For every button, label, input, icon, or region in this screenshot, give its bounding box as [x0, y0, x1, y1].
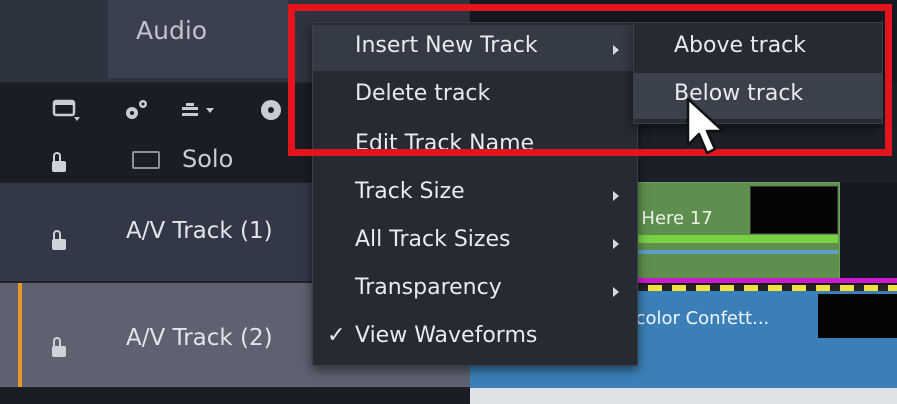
- submenu-arrow-icon: [613, 191, 619, 201]
- mouse-cursor-icon: [684, 97, 728, 157]
- submenu-item-below-track[interactable]: Below track: [634, 73, 882, 119]
- context-menu: Insert New Track Delete track Edit Track…: [312, 22, 638, 366]
- submenu-arrow-icon: [613, 239, 619, 249]
- film-icon: [132, 151, 160, 169]
- clip-thumbnail: [818, 294, 897, 338]
- submenu-item-above-track[interactable]: Above track: [634, 25, 882, 71]
- menu-item-track-size[interactable]: Track Size: [313, 171, 637, 217]
- lock-icon[interactable]: [52, 152, 66, 172]
- track-label-2: A/V Track (2): [126, 325, 273, 351]
- menu-item-transparency[interactable]: Transparency: [313, 267, 637, 313]
- menu-item-insert-new-track[interactable]: Insert New Track: [313, 25, 637, 71]
- clip-dashed-bar: [600, 285, 897, 291]
- audio-tab[interactable]: Audio: [108, 0, 288, 78]
- insert-track-submenu: Above track Below track: [633, 22, 883, 124]
- thumbnail-strip: [470, 388, 897, 404]
- checkmark-icon: ✓: [327, 323, 346, 348]
- lock-icon[interactable]: [52, 230, 66, 250]
- solo-label[interactable]: Solo: [182, 145, 233, 173]
- clip-thumbnail: [750, 186, 838, 234]
- track-height-icon[interactable]: [180, 97, 220, 130]
- menu-item-view-waveforms[interactable]: ✓ View Waveforms: [313, 315, 637, 361]
- menu-item-all-track-sizes[interactable]: All Track Sizes: [313, 219, 637, 265]
- menu-item-delete-track[interactable]: Delete track: [313, 73, 637, 119]
- gear-icon[interactable]: [122, 97, 152, 130]
- disc-icon[interactable]: [258, 97, 284, 130]
- submenu-arrow-icon: [613, 45, 619, 55]
- display-icon[interactable]: [52, 97, 80, 130]
- track-list-bottom: [0, 388, 470, 404]
- menu-item-edit-track-name[interactable]: Edit Track Name: [313, 121, 637, 157]
- selected-track-accent: [18, 283, 22, 387]
- submenu-arrow-icon: [613, 287, 619, 297]
- lock-icon[interactable]: [52, 337, 66, 357]
- track-label-1: A/V Track (1): [126, 218, 273, 244]
- audio-tab-label: Audio: [136, 16, 208, 45]
